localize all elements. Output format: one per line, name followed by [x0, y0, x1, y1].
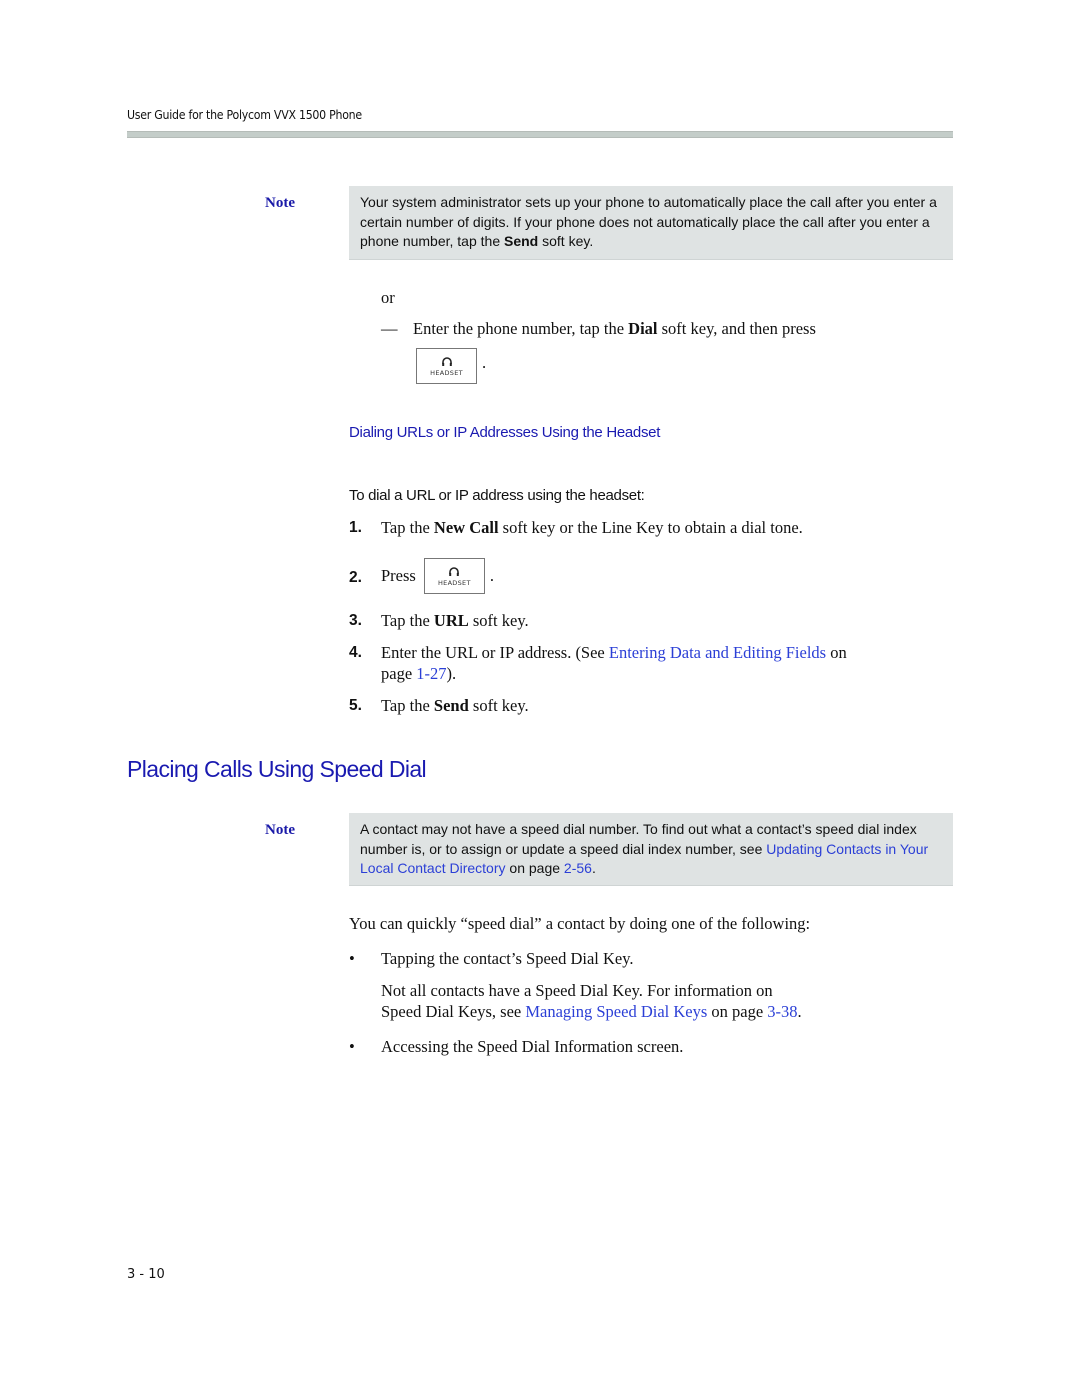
dash-marker: — [381, 319, 398, 338]
page-link[interactable]: 3-38 [767, 1002, 797, 1021]
page-link[interactable]: 2-56 [564, 860, 592, 876]
step-text: Tap the New Call soft key or the Line Ke… [381, 518, 803, 538]
procedure-title: To dial a URL or IP address using the he… [349, 487, 645, 504]
bold-text: Send [433, 696, 469, 715]
step-number: 3. [349, 612, 362, 629]
step-number: 5. [349, 697, 362, 714]
bold-text: URL [433, 611, 469, 630]
note-bold: Send [504, 233, 539, 249]
header-rule [127, 131, 953, 138]
bullet-marker: • [349, 1037, 355, 1056]
bold-text: New Call [433, 518, 499, 537]
text: page [381, 664, 417, 683]
running-header: User Guide for the Polycom VVX 1500 Phon… [127, 107, 362, 122]
page-number: 3 - 10 [127, 1267, 165, 1282]
note-text: on page [505, 860, 564, 876]
headset-icon [441, 356, 452, 366]
headset-key: HEADSET [423, 558, 485, 594]
intro-text: You can quickly “speed dial” a contact b… [349, 914, 811, 933]
bullet-subtext: Speed Dial Keys, see Managing Speed Dial… [381, 1002, 802, 1022]
section-title: Placing Calls Using Speed Dial [127, 756, 427, 782]
text: ). [446, 664, 457, 683]
text: . [797, 1002, 802, 1021]
text: soft key. [468, 611, 529, 630]
step-text: Tap the Send soft key. [381, 696, 529, 716]
step-number: 4. [349, 644, 362, 661]
headset-key: HEADSET [416, 348, 477, 384]
dash-item-text: Enter the phone number, tap the Dial sof… [413, 319, 816, 339]
headset-key-row: HEADSET . [416, 348, 486, 384]
bold-text: Dial [628, 319, 658, 338]
note-label: Note [265, 195, 295, 211]
managing-speed-dial-link[interactable]: Managing Speed Dial Keys [525, 1002, 707, 1021]
note-label: Note [265, 822, 295, 838]
text: Enter the phone number, tap the [413, 319, 629, 338]
note-box: Your system administrator sets up your p… [349, 186, 953, 260]
text: on [826, 643, 847, 662]
step-text: Press HEADSET . [381, 558, 494, 594]
entering-data-link[interactable]: Entering Data and Editing Fields [609, 643, 826, 662]
text: soft key, and then press [657, 319, 816, 338]
step-number: 1. [349, 519, 362, 536]
headset-key-label: HEADSET [437, 578, 471, 587]
bullet-text: Tapping the contact’s Speed Dial Key. [381, 949, 634, 968]
or-text: or [381, 288, 395, 307]
text: Speed Dial Keys, see [381, 1002, 526, 1021]
step-text: Enter the URL or IP address. (See Enteri… [381, 643, 847, 663]
note-text: soft key. [538, 233, 594, 249]
bullet-subtext: Not all contacts have a Speed Dial Key. … [381, 981, 773, 1000]
note-text: Your system administrator sets up your p… [360, 194, 937, 249]
page-link[interactable]: 1-27 [416, 664, 446, 683]
note-text: . [591, 860, 596, 876]
headset-icon [449, 566, 460, 576]
step-text: Tap the URL soft key. [381, 611, 529, 631]
bullet-marker: • [349, 949, 355, 968]
text: on page [707, 1002, 768, 1021]
text: Tap the [381, 696, 434, 715]
step-text-continued: page 1-27). [381, 664, 456, 684]
text: Tap the [381, 611, 434, 630]
period: . [482, 353, 487, 372]
text: Tap the [381, 518, 434, 537]
text: soft key or the Line Key to obtain a dia… [498, 518, 803, 537]
subsection-title: Dialing URLs or IP Addresses Using the H… [349, 424, 661, 441]
note-box: A contact may not have a speed dial numb… [349, 813, 953, 886]
headset-key-label: HEADSET [430, 368, 463, 377]
bullet-text: Accessing the Speed Dial Information scr… [381, 1037, 684, 1056]
period: . [489, 566, 494, 585]
text: Enter the URL or IP address. (See [381, 643, 609, 662]
text: Press [381, 566, 416, 585]
text: soft key. [468, 696, 529, 715]
step-number: 2. [349, 569, 362, 586]
